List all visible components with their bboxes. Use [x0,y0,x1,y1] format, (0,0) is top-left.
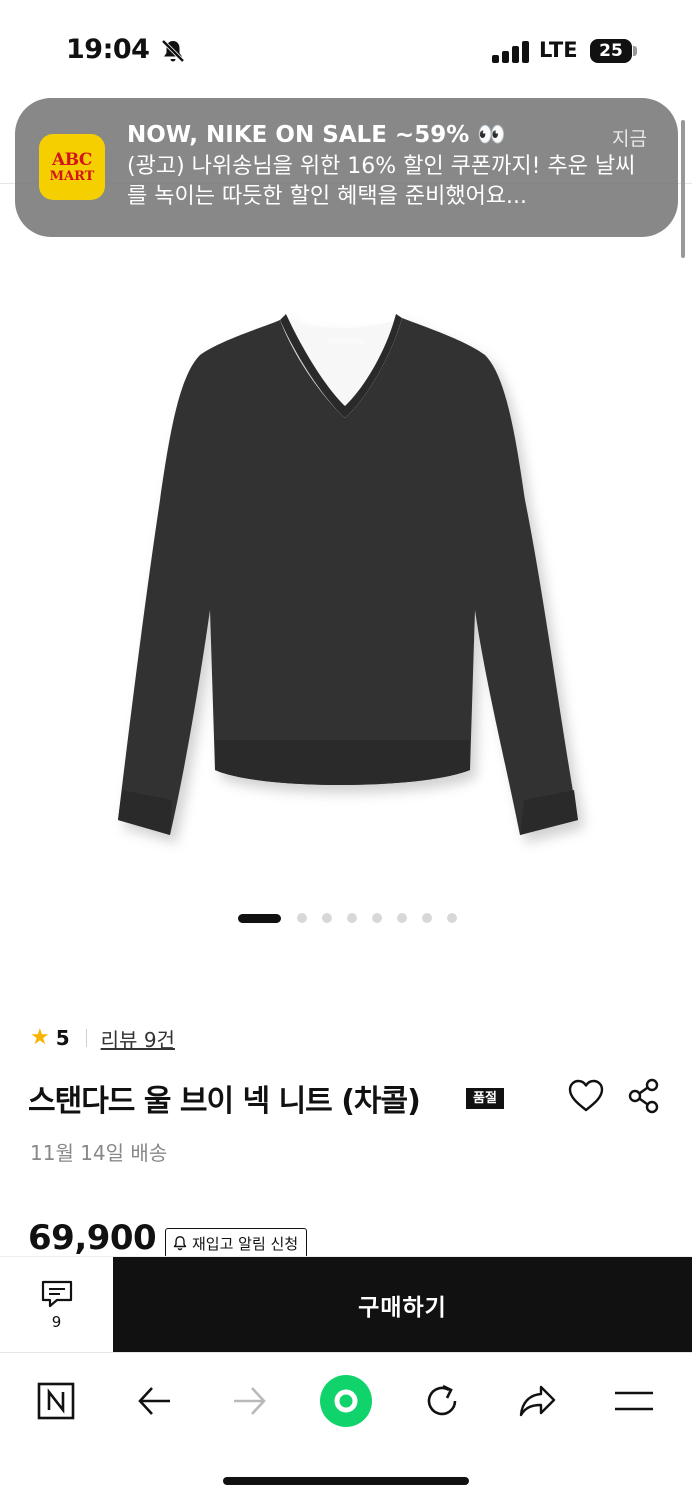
comment-icon [41,1280,72,1308]
back-arrow-icon[interactable] [128,1375,180,1427]
gallery-dot[interactable] [397,913,407,923]
gallery-dot[interactable] [347,913,357,923]
soldout-badge: 품절 [466,1088,504,1109]
push-notification[interactable]: ABC MART NOW, NIKE ON SALE ~59% 👀 지금 (광고… [15,98,678,237]
buy-bar: 9 구매하기 [0,1256,692,1353]
gallery-dot[interactable] [447,913,457,923]
gallery-dot[interactable] [422,913,432,923]
delivery-date: 11월 14일 배송 [30,1141,168,1165]
rating-row: ★ 5 리뷰 9건 [30,1024,175,1052]
notification-time: 지금 [612,128,647,150]
gallery-dot[interactable] [322,913,332,923]
notification-body: (광고) 나위송님을 위한 16% 할인 쿠폰까지! 추운 날씨를 녹이는 따듯… [127,154,636,209]
heart-icon[interactable] [567,1078,605,1114]
status-bar: 19:04 LTE 25 [0,0,692,100]
share-icon[interactable] [627,1078,661,1114]
home-indicator[interactable] [223,1477,469,1485]
rating-score: 5 [55,1026,70,1050]
menu-icon[interactable] [608,1375,660,1427]
signal-strength-icon [492,41,530,63]
restock-alert-button[interactable]: 재입고 알림 신청 [165,1228,308,1258]
network-type: LTE [539,38,578,62]
green-dot-icon[interactable] [318,1373,374,1429]
notification-title: NOW, NIKE ON SALE ~59% 👀 [127,122,506,148]
comment-button[interactable]: 9 [0,1257,113,1353]
scrollbar[interactable] [681,120,685,258]
gallery-dot[interactable] [297,913,307,923]
forward-arrow-icon[interactable] [224,1375,276,1427]
reload-icon[interactable] [416,1375,468,1427]
bell-off-icon [161,39,185,63]
buy-button[interactable]: 구매하기 [113,1257,692,1353]
product-price: 69,900 [28,1218,157,1258]
share-arrow-icon[interactable] [512,1375,564,1427]
status-time: 19:04 [66,34,150,65]
product-title: 스탠다드 울 브이 넥 니트 (차콜) [28,1084,421,1119]
gallery-dot-active[interactable] [238,913,281,923]
star-icon: ★ [30,1025,50,1050]
comment-count: 9 [51,1313,62,1331]
naver-n-icon[interactable] [30,1375,82,1427]
gallery-dot[interactable] [372,913,382,923]
gallery-pagination [238,912,472,924]
abc-mart-app-icon: ABC MART [39,134,105,200]
battery-icon: 25 [590,39,632,63]
bell-icon [173,1236,187,1251]
review-link[interactable]: 리뷰 9건 [101,1024,175,1053]
v-neck-sweater-image[interactable] [100,300,600,860]
restock-alert-label: 재입고 알림 신청 [192,1234,299,1253]
